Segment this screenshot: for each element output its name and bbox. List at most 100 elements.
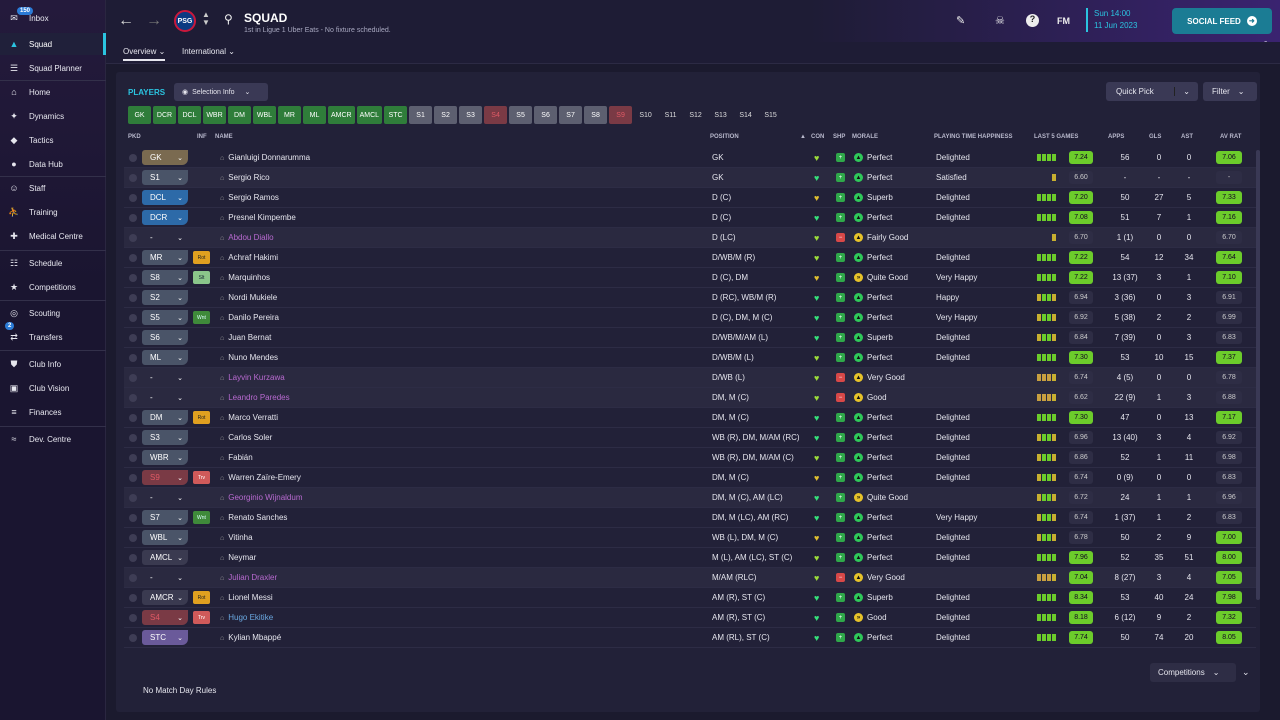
col-morale[interactable]: MORALE (852, 134, 878, 140)
table-row[interactable]: S3 ⌄ Carlos Soler WB (R), DM, M/AM (RC) ♥ + ▲ P… (124, 428, 1256, 448)
help-icon[interactable]: ? (1026, 14, 1039, 27)
table-row[interactable]: DM ⌄ Rot Marco Verratti DM, M (C) ♥ + ▲ Perfect D… (124, 408, 1256, 428)
pick-position-dropdown[interactable]: - ⌄ (142, 370, 188, 385)
player-name[interactable]: Danilo Pereira (220, 313, 279, 322)
pick-position-dropdown[interactable]: WBL ⌄ (142, 530, 188, 545)
forward-arrow-icon[interactable]: → (146, 12, 162, 30)
pick-position-dropdown[interactable]: MR ⌄ (142, 250, 188, 265)
table-row[interactable]: MR ⌄ Rot Achraf Hakimi D/WB/M (R) ♥ + ▲ Perfect D… (124, 248, 1256, 268)
table-row[interactable]: WBL ⌄ Vitinha WB (L), DM, M (C) ♥ + ▲ Perfect De… (124, 528, 1256, 548)
player-name[interactable]: Sergio Ramos (220, 193, 279, 202)
player-name[interactable]: Warren Zaïre-Emery (220, 473, 301, 482)
player-name[interactable]: Leandro Paredes (220, 393, 289, 402)
select-radio[interactable] (129, 294, 137, 302)
fm-logo[interactable]: FM (1057, 16, 1070, 26)
position-button-s11[interactable]: S11 (659, 106, 682, 124)
position-button-s1[interactable]: S1 (409, 106, 433, 124)
position-button-s6[interactable]: S6 (534, 106, 558, 124)
select-radio[interactable] (129, 234, 137, 242)
col-gls[interactable]: GLS (1149, 134, 1161, 140)
select-radio[interactable] (129, 474, 137, 482)
position-button-s10[interactable]: S10 (634, 106, 657, 124)
tab-international[interactable]: International ⌄ (182, 47, 235, 56)
pick-position-dropdown[interactable]: ML ⌄ (142, 350, 188, 365)
pick-position-dropdown[interactable]: S2 ⌄ (142, 290, 188, 305)
position-button-dcr[interactable]: DCR (153, 106, 176, 124)
select-radio[interactable] (129, 514, 137, 522)
pick-position-dropdown[interactable]: STC ⌄ (142, 630, 188, 645)
player-name[interactable]: Lionel Messi (220, 593, 272, 602)
table-row[interactable]: -⌄Georginio WijnaldumDM, M (C), AM (LC)♥… (124, 488, 1256, 508)
chevron-down-icon[interactable]: ⌄ (1174, 87, 1190, 96)
table-row[interactable]: AMCL ⌄ Neymar M (L), AM (LC), ST (C) ♥ + ▲ Perf… (124, 548, 1256, 568)
select-radio[interactable] (129, 614, 137, 622)
table-row[interactable]: S2 ⌄ Nordi Mukiele D (RC), WB/M (R) ♥ + ▲ Perfe… (124, 288, 1256, 308)
col-apps[interactable]: APPS (1108, 134, 1124, 140)
table-row[interactable]: S4 ⌄ Trv Hugo Ekitike AM (R), ST (C) ♥ + » Good D… (124, 608, 1256, 628)
table-row[interactable]: S5 ⌄ Wnt Danilo Pereira D (C), DM, M (C) ♥ + ▲ P… (124, 308, 1256, 328)
sidebar-item-inbox[interactable]: ✉ 150 Inbox (0, 7, 106, 29)
select-radio[interactable] (129, 454, 137, 462)
player-name[interactable]: Nordi Mukiele (220, 293, 277, 302)
col-inf[interactable]: INF (197, 134, 207, 140)
table-row[interactable]: WBR ⌄ Fabián WB (R), DM, M/AM (C) ♥ + ▲ Perfect… (124, 448, 1256, 468)
col-pkd[interactable]: PKD (128, 134, 141, 140)
player-name[interactable]: Abdou Diallo (220, 233, 273, 242)
scrollbar[interactable] (1256, 150, 1260, 600)
player-name[interactable]: Presnel Kimpembe (220, 213, 296, 222)
sidebar-item-club-info[interactable]: ⛊ Club Info (0, 353, 106, 375)
select-radio[interactable] (129, 334, 137, 342)
select-radio[interactable] (129, 594, 137, 602)
position-button-s8[interactable]: S8 (584, 106, 608, 124)
table-row[interactable]: -⌄Julian DraxlerM/AM (RLC)♥−▲Very Good7.… (124, 568, 1256, 588)
competitions-button[interactable]: Competitions ⌄ (1150, 663, 1236, 682)
player-name[interactable]: Georginio Wijnaldum (220, 493, 302, 502)
filter-button[interactable]: Filter ⌄ (1203, 82, 1257, 101)
select-radio[interactable] (129, 414, 137, 422)
date-box[interactable]: Sun 14:00 11 Jun 2023 (1086, 8, 1137, 32)
sidebar-item-competitions[interactable]: ★ Competitions (0, 276, 106, 298)
position-button-stc[interactable]: STC (384, 106, 408, 124)
select-radio[interactable] (129, 154, 137, 162)
sidebar-item-data-hub[interactable]: ● Data Hub (0, 153, 106, 175)
sidebar-item-tactics[interactable]: ◆ Tactics (0, 129, 106, 151)
social-feed-button[interactable]: SOCIAL FEED ➜ (1172, 8, 1272, 34)
col-last5[interactable]: LAST 5 GAMES (1034, 134, 1078, 140)
pick-position-dropdown[interactable]: S9 ⌄ (142, 470, 188, 485)
table-row[interactable]: S8 ⌄ Slt Marquinhos D (C), DM ♥ + » Quite Good Ve… (124, 268, 1256, 288)
position-button-wbl[interactable]: WBL (253, 106, 276, 124)
select-radio[interactable] (129, 634, 137, 642)
edit-icon[interactable]: ✎ (956, 14, 965, 27)
pick-position-dropdown[interactable]: - ⌄ (142, 570, 188, 585)
search-icon[interactable]: ⚲ (224, 12, 233, 26)
table-row[interactable]: GK ⌄ Gianluigi Donnarumma GK ♥ + ▲ Perfect Delig… (124, 148, 1256, 168)
position-button-s15[interactable]: S15 (759, 106, 782, 124)
player-name[interactable]: Carlos Soler (220, 433, 272, 442)
col-shp[interactable]: SHP (833, 134, 845, 140)
col-avrat[interactable]: AV RAT (1220, 134, 1241, 140)
select-radio[interactable] (129, 574, 137, 582)
pick-position-dropdown[interactable]: - ⌄ (142, 490, 188, 505)
sidebar-item-club-vision[interactable]: ▣ Club Vision (0, 377, 106, 399)
pick-position-dropdown[interactable]: S5 ⌄ (142, 310, 188, 325)
sidebar-item-scouting[interactable]: ◎ Scouting (0, 302, 106, 324)
player-name[interactable]: Layvin Kurzawa (220, 373, 284, 382)
sidebar-item-training[interactable]: ⛹ Training (0, 201, 106, 223)
sidebar-item-transfers[interactable]: ⇄ 2 Transfers (0, 322, 106, 348)
position-button-wbr[interactable]: WBR (203, 106, 226, 124)
select-radio[interactable] (129, 494, 137, 502)
sidebar-item-staff[interactable]: ☺ Staff (0, 177, 106, 199)
position-button-s14[interactable]: S14 (734, 106, 757, 124)
pick-position-dropdown[interactable]: DCR ⌄ (142, 210, 188, 225)
player-name[interactable]: Vitinha (220, 533, 252, 542)
position-button-s2[interactable]: S2 (434, 106, 458, 124)
select-radio[interactable] (129, 534, 137, 542)
col-ast[interactable]: AST (1181, 134, 1193, 140)
table-row[interactable]: -⌄Abdou DialloD (LC)♥−▲Fairly Good6.701 … (124, 228, 1256, 248)
pick-position-dropdown[interactable]: S8 ⌄ (142, 270, 188, 285)
sidebar-item-schedule[interactable]: ☷ Schedule (0, 252, 106, 274)
select-radio[interactable] (129, 434, 137, 442)
position-button-s9[interactable]: S9 (609, 106, 633, 124)
table-row[interactable]: STC ⌄ Kylian Mbappé AM (RL), ST (C) ♥ + ▲ Perfe… (124, 628, 1256, 648)
pick-position-dropdown[interactable]: S1 ⌄ (142, 170, 188, 185)
